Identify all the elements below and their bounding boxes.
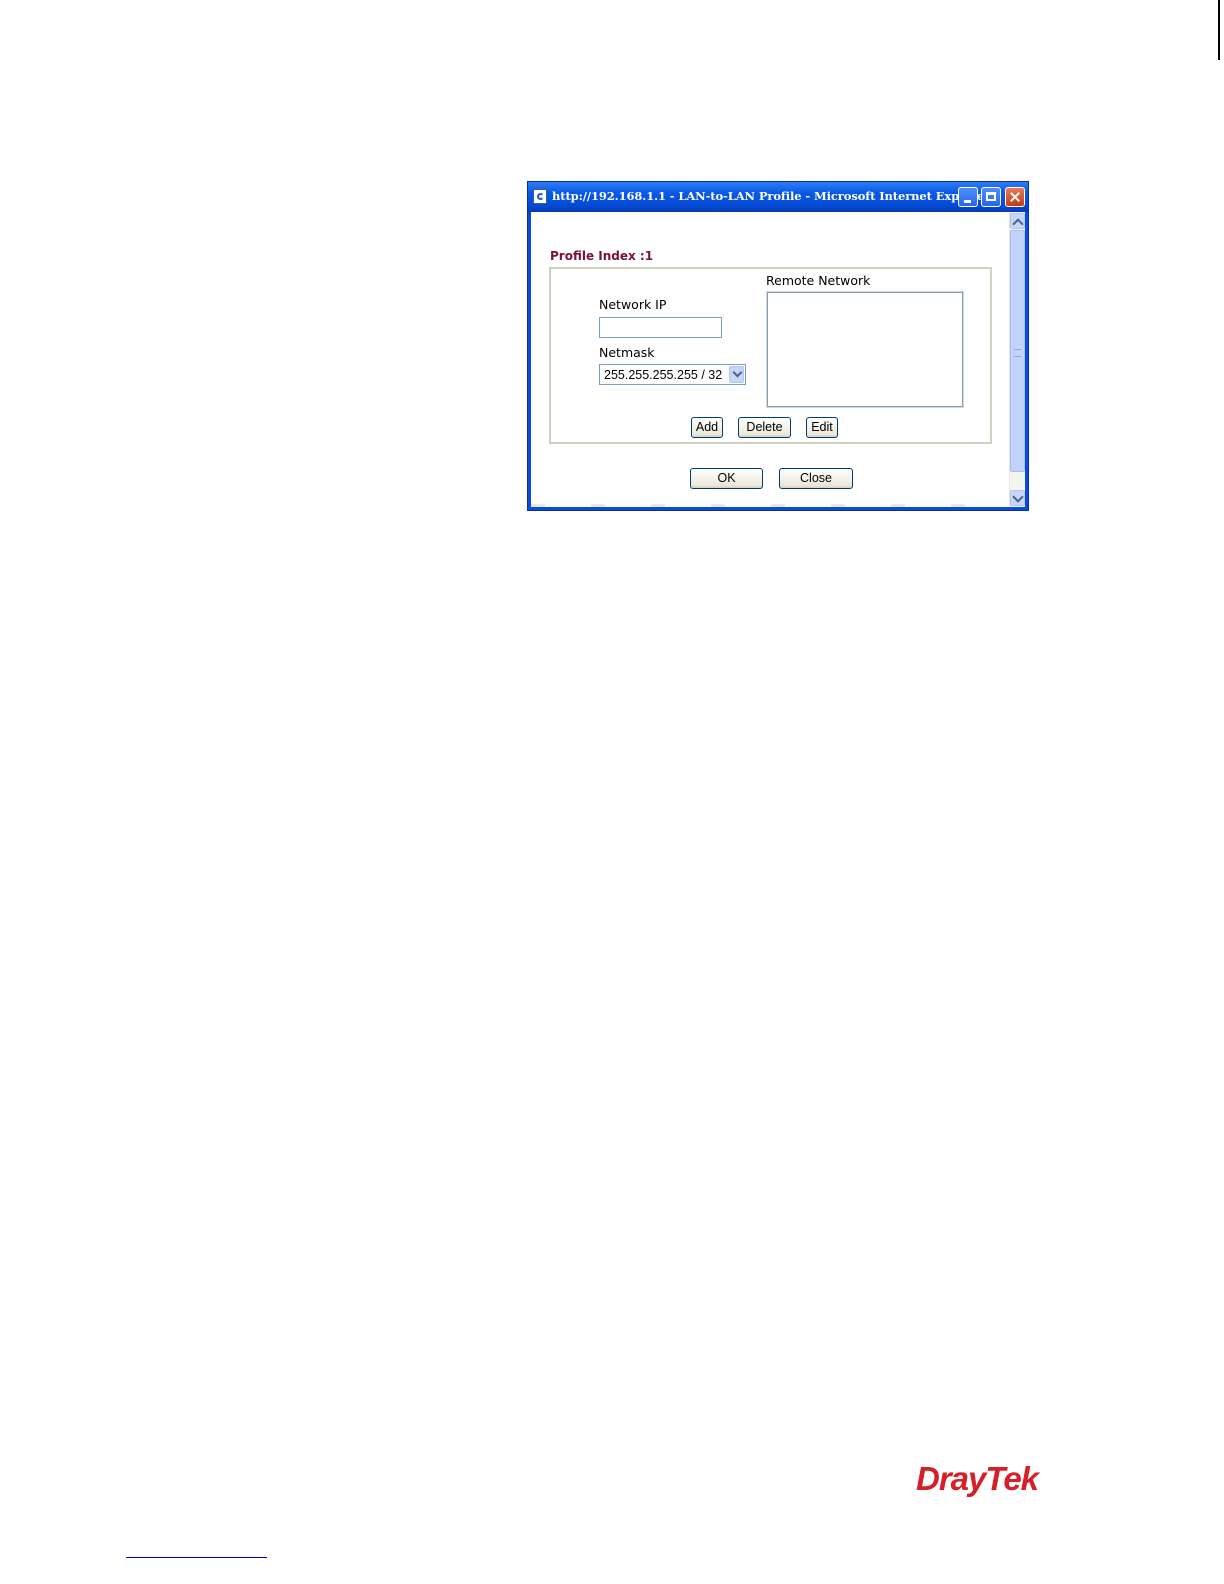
scroll-down-icon[interactable]	[1010, 490, 1025, 506]
netmask-select[interactable]: 255.255.255.255 / 32	[599, 364, 746, 385]
window-title: http://192.168.1.1 - LAN-to-LAN Profile …	[552, 189, 991, 203]
minimize-icon[interactable]	[958, 187, 978, 207]
network-ip-label: Network IP	[599, 297, 667, 312]
netmask-label: Netmask	[599, 345, 655, 360]
netmask-selected-value: 255.255.255.255 / 32	[604, 368, 723, 382]
maximize-icon[interactable]	[981, 187, 1001, 207]
ok-button[interactable]: OK	[690, 468, 763, 489]
vertical-scrollbar[interactable]	[1009, 212, 1025, 507]
add-button[interactable]: Add	[691, 417, 723, 438]
scroll-up-icon[interactable]	[1010, 213, 1025, 230]
dropdown-arrow-icon[interactable]	[729, 366, 744, 383]
window-titlebar[interactable]: http://192.168.1.1 - LAN-to-LAN Profile …	[528, 182, 1028, 212]
page-edge-mark	[1218, 0, 1220, 60]
network-ip-input[interactable]	[599, 317, 722, 338]
status-divider	[531, 504, 1009, 507]
draytek-logo: DrayTek	[916, 1460, 1039, 1497]
remote-network-listbox[interactable]	[766, 291, 964, 408]
delete-button[interactable]: Delete	[738, 417, 791, 438]
ie-page-icon	[533, 189, 547, 204]
close-icon[interactable]	[1005, 187, 1025, 207]
scrollbar-thumb[interactable]	[1010, 230, 1025, 472]
ie-popup-window: http://192.168.1.1 - LAN-to-LAN Profile …	[527, 181, 1029, 511]
remote-network-label: Remote Network	[766, 273, 871, 288]
edit-button[interactable]: Edit	[806, 417, 838, 438]
profile-index-heading: Profile Index :1	[550, 249, 654, 263]
close-button[interactable]: Close	[779, 468, 853, 489]
window-content: Profile Index :1 Remote Network Network …	[531, 212, 1025, 507]
footer-link-underline[interactable]	[126, 1557, 267, 1558]
